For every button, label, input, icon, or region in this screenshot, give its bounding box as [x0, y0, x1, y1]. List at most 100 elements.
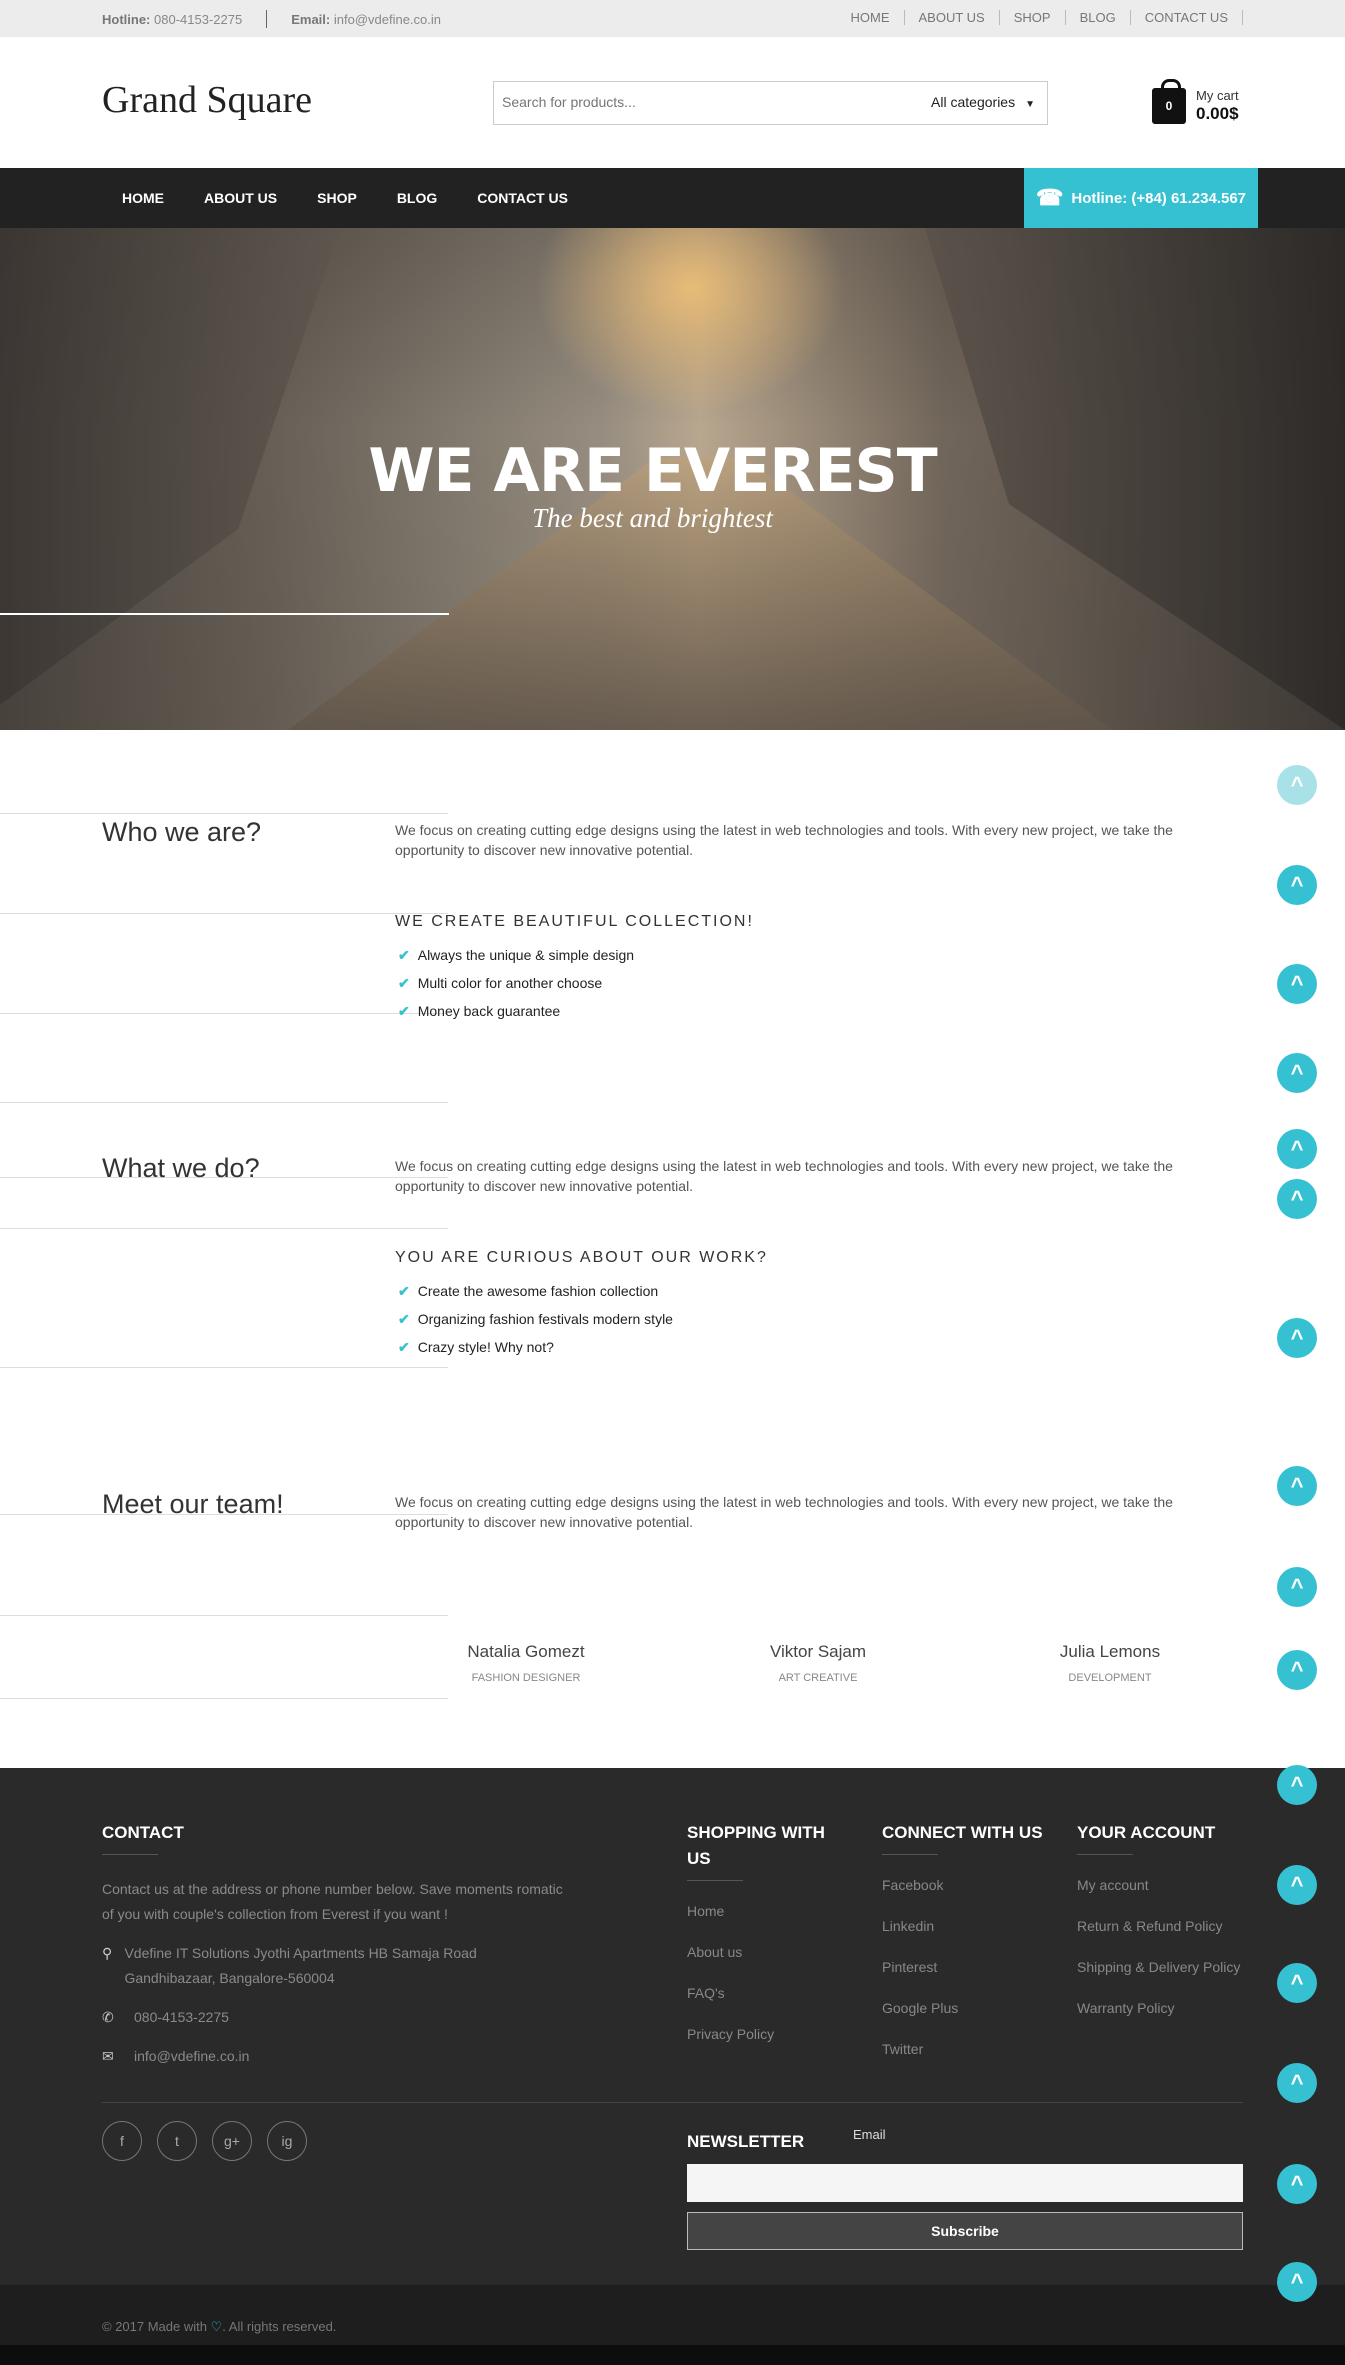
search-input[interactable] — [502, 94, 882, 110]
team-member: Natalia Gomezt FASHION DESIGNER — [426, 1642, 626, 1684]
scroll-top-button[interactable]: ^ — [1277, 1129, 1317, 1169]
divider — [0, 1615, 448, 1616]
site-logo[interactable]: Grand Square — [102, 78, 312, 122]
section-text-team: We focus on creating cutting edge design… — [395, 1494, 1173, 1530]
phone-icon: ✆ — [102, 2009, 114, 2025]
google-plus-icon[interactable]: g+ — [212, 2121, 252, 2161]
footer-connect: CONNECT WITH US Facebook Linkedin Pinter… — [882, 1820, 1062, 2082]
nav-contact[interactable]: CONTACT US — [457, 190, 588, 206]
footer-link-about[interactable]: About us — [687, 1944, 847, 1985]
nav-shop[interactable]: SHOP — [297, 190, 377, 206]
separator — [266, 10, 268, 28]
divider — [0, 913, 448, 914]
section-text-who: We focus on creating cutting edge design… — [395, 822, 1173, 858]
top-bar: Hotline: 080-4153-2275 Email: info@vdefi… — [0, 0, 1345, 37]
section-subtitle-who: WE CREATE BEAUTIFUL COLLECTION! — [395, 913, 754, 930]
top-link-shop[interactable]: SHOP — [1000, 10, 1066, 25]
shopping-bag-icon: 0 — [1152, 79, 1186, 124]
map-pin-icon: ⚲ — [102, 1945, 113, 1961]
divider — [882, 1854, 938, 1855]
hotline-label: Hotline: — [102, 11, 151, 27]
top-links: HOME ABOUT US SHOP BLOG CONTACT US — [837, 10, 1243, 25]
footer-shopping-title: SHOPPING WITH US — [687, 1823, 825, 1868]
bottom-strip — [0, 2345, 1345, 2365]
checklist-what: ✔ Create the awesome fashion collection ✔… — [398, 1277, 673, 1361]
divider — [1077, 1854, 1133, 1855]
divider — [0, 813, 448, 814]
footer-contact-description: Contact us at the address or phone numbe… — [102, 1881, 563, 1922]
top-link-blog[interactable]: BLOG — [1066, 10, 1131, 25]
footer-address-text: Vdefine IT Solutions Jyothi Apartments H… — [124, 1945, 477, 1986]
scroll-top-button[interactable]: ^ — [1277, 1865, 1317, 1905]
newsletter-email-label: Email — [853, 2127, 886, 2142]
scroll-top-button[interactable]: ^ — [1277, 1963, 1317, 2003]
footer-link-shipping[interactable]: Shipping & Delivery Policy — [1077, 1959, 1257, 2000]
scroll-top-button[interactable]: ^ — [1277, 2262, 1317, 2302]
footer-email-text[interactable]: info@vdefine.co.in — [134, 2044, 249, 2069]
footer-link-refund[interactable]: Return & Refund Policy — [1077, 1918, 1257, 1959]
scroll-top-button[interactable]: ^ — [1277, 1053, 1317, 1093]
search-bar: All categories ▼ — [493, 81, 1048, 125]
check-icon: ✔ — [398, 1310, 410, 1327]
list-item-label: Always the unique & simple design — [417, 947, 635, 963]
footer-link-linkedin[interactable]: Linkedin — [882, 1918, 1062, 1959]
subscribe-button[interactable]: Subscribe — [687, 2212, 1243, 2250]
nav-about[interactable]: ABOUT US — [184, 190, 297, 206]
footer-divider — [102, 2102, 1243, 2103]
divider — [0, 1228, 448, 1229]
section-title-who: Who we are? — [102, 817, 262, 847]
top-link-contact[interactable]: CONTACT US — [1131, 10, 1243, 25]
scroll-top-button[interactable]: ^ — [1277, 1466, 1317, 1506]
nav-blog[interactable]: BLOG — [377, 190, 457, 206]
list-item-label: Create the awesome fashion collection — [417, 1283, 659, 1299]
email-value[interactable]: info@vdefine.co.in — [334, 12, 441, 27]
top-link-about[interactable]: ABOUT US — [905, 10, 1000, 25]
check-icon: ✔ — [398, 974, 410, 991]
nav-hotline-text: Hotline: (+84) 61.234.567 — [1071, 189, 1247, 207]
footer-link-faq[interactable]: FAQ's — [687, 1985, 847, 2026]
scroll-top-button[interactable]: ^ — [1277, 1567, 1317, 1607]
scroll-top-button[interactable]: ^ — [1277, 2164, 1317, 2204]
footer-link-warranty[interactable]: Warranty Policy — [1077, 2000, 1257, 2041]
scroll-top-button[interactable]: ^ — [1277, 865, 1317, 905]
copyright: © 2017 Made with ♡. All rights reserved. — [102, 2319, 336, 2335]
footer-link-home[interactable]: Home — [687, 1903, 847, 1944]
category-value: All categories — [931, 94, 1016, 110]
top-contact-info: Hotline: 080-4153-2275 Email: info@vdefi… — [102, 10, 441, 28]
facebook-icon[interactable]: f — [102, 2121, 142, 2161]
scroll-top-button[interactable]: ^ — [1277, 2063, 1317, 2103]
twitter-icon[interactable]: t — [157, 2121, 197, 2161]
list-item: ✔ Always the unique & simple design — [398, 941, 634, 969]
top-link-home[interactable]: HOME — [837, 10, 905, 25]
category-select[interactable]: All categories ▼ — [931, 94, 1035, 110]
nav-hotline[interactable]: ☎ Hotline: (+84) 61.234.567 — [1024, 168, 1258, 228]
chevron-down-icon: ▼ — [1025, 99, 1035, 110]
divider — [0, 1698, 448, 1699]
cart-label: My cart — [1196, 88, 1239, 103]
footer-link-facebook[interactable]: Facebook — [882, 1877, 1062, 1918]
nav-home[interactable]: HOME — [102, 190, 184, 206]
footer-phone-text[interactable]: 080-4153-2275 — [134, 2005, 229, 2030]
footer-link-twitter[interactable]: Twitter — [882, 2041, 1062, 2082]
list-item: ✔ Money back guarantee — [398, 997, 634, 1025]
scroll-top-button[interactable]: ^ — [1277, 1650, 1317, 1690]
section-title-what: What we do? — [102, 1153, 260, 1183]
scroll-top-button[interactable]: ^ — [1277, 1179, 1317, 1219]
footer-link-my-account[interactable]: My account — [1077, 1877, 1257, 1918]
hero-line — [0, 613, 449, 615]
instagram-icon[interactable]: ig — [267, 2121, 307, 2161]
scroll-top-button[interactable]: ^ — [1277, 1765, 1317, 1805]
list-item-label: Crazy style! Why not? — [417, 1339, 554, 1355]
footer-link-googleplus[interactable]: Google Plus — [882, 2000, 1062, 2041]
hero-banner: WE ARE EVEREST The best and brightest — [0, 228, 1345, 730]
scroll-top-button[interactable]: ^ — [1277, 964, 1317, 1004]
scroll-top-button[interactable]: ^ — [1277, 1318, 1317, 1358]
list-item: ✔ Organizing fashion festivals modern sty… — [398, 1305, 673, 1333]
list-item-label: Money back guarantee — [417, 1003, 561, 1019]
scroll-top-button[interactable]: ^ — [1277, 765, 1317, 805]
footer-link-privacy[interactable]: Privacy Policy — [687, 2026, 847, 2067]
team-member-name: Julia Lemons — [1059, 1642, 1161, 1661]
footer-link-pinterest[interactable]: Pinterest — [882, 1959, 1062, 2000]
list-item-label: Organizing fashion festivals modern styl… — [417, 1311, 673, 1327]
newsletter-email-input[interactable] — [687, 2164, 1243, 2202]
